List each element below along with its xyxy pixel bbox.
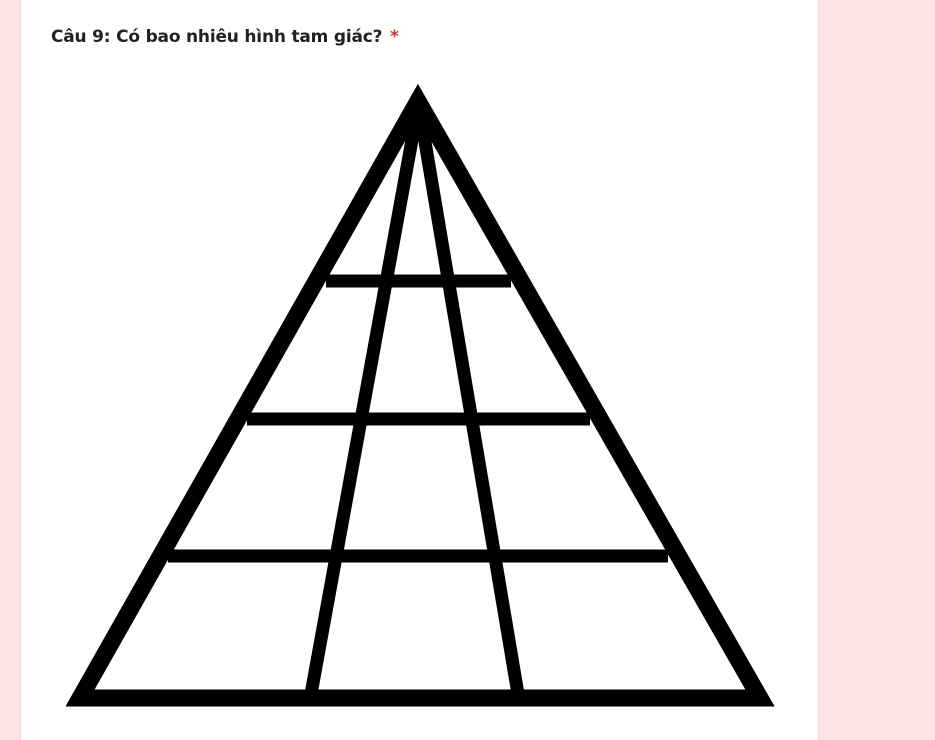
question-card: Câu 9: Có bao nhiêu hình tam giác? * bbox=[20, 0, 819, 740]
question-title: Câu 9: Có bao nhiêu hình tam giác? * bbox=[51, 26, 399, 48]
question-title-text: Câu 9: Có bao nhiêu hình tam giác? bbox=[51, 27, 383, 47]
required-asterisk: * bbox=[390, 27, 399, 47]
